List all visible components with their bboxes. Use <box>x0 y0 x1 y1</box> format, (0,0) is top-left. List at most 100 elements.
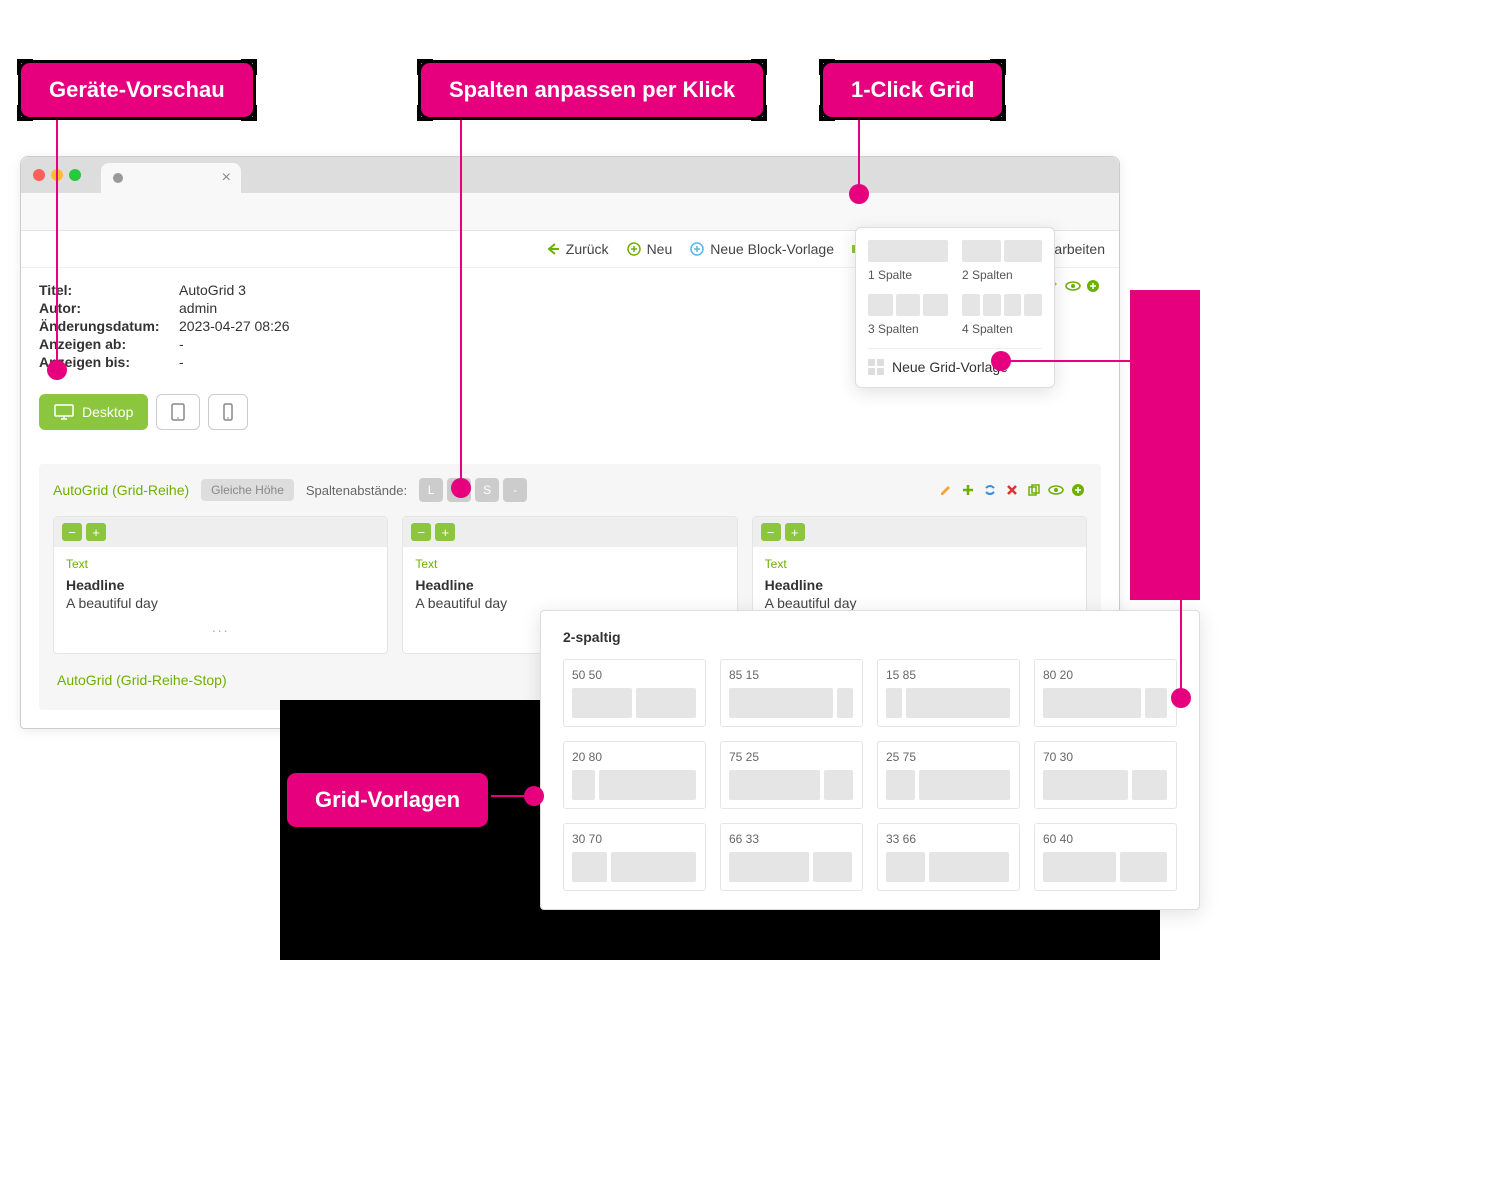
maximize-window-icon[interactable] <box>69 169 81 181</box>
popover-label: 1 Spalte <box>868 268 948 282</box>
new-grid-popover: 1 Spalte 2 Spalten 3 Spalten 4 Spalten N… <box>855 227 1055 388</box>
desktop-icon <box>54 404 74 420</box>
template-label: 15 85 <box>886 668 1011 682</box>
close-window-icon[interactable] <box>33 169 45 181</box>
browser-tabbar: × <box>21 157 1119 193</box>
back-button[interactable]: Zurück <box>546 241 609 257</box>
block-text: A beautiful day <box>765 595 1074 611</box>
templates-heading: 2-spaltig <box>563 629 1177 645</box>
grid-template-item[interactable]: 15 85 <box>877 659 1020 727</box>
column-header: − + <box>54 517 387 547</box>
new-button[interactable]: Neu <box>627 241 673 257</box>
callout-device-preview: Geräte-Vorschau <box>18 60 256 120</box>
shrink-column-button[interactable]: − <box>761 523 781 541</box>
grid-template-item[interactable]: 70 30 <box>1034 741 1177 809</box>
template-preview <box>886 688 1011 718</box>
new-block-template-button[interactable]: Neue Block-Vorlage <box>690 241 834 257</box>
template-preview <box>1043 852 1168 882</box>
template-preview <box>572 688 697 718</box>
grow-column-button[interactable]: + <box>785 523 805 541</box>
add-circle-icon[interactable] <box>1069 481 1087 499</box>
template-preview <box>572 770 697 800</box>
mobile-preview-button[interactable] <box>208 394 248 430</box>
grid-row-header: AutoGrid (Grid-Reihe) Gleiche Höhe Spalt… <box>53 478 1087 502</box>
toolbar-label: Neue Block-Vorlage <box>710 241 834 257</box>
popover-label: 4 Spalten <box>962 322 1042 336</box>
arrow-left-icon <box>546 242 560 256</box>
meta-show-from-value: - <box>179 336 184 352</box>
block-text: A beautiful day <box>415 595 724 611</box>
meta-modified-value: 2023-04-27 08:26 <box>179 318 290 334</box>
callout-label: Grid-Vorlagen <box>315 787 460 812</box>
pencil-icon[interactable] <box>937 481 955 499</box>
template-label: 33 66 <box>886 832 1011 846</box>
address-bar[interactable] <box>21 193 1119 231</box>
template-label: 25 75 <box>886 750 1011 764</box>
block-type-label: Text <box>765 557 1074 571</box>
spacing-label: Spaltenabstände: <box>306 483 407 498</box>
meta-modified-label: Änderungsdatum: <box>39 318 179 334</box>
spacing-s-button[interactable]: S <box>475 478 499 502</box>
column-header: − + <box>403 517 736 547</box>
callout-columns-adjust: Spalten anpassen per Klick <box>418 60 766 120</box>
grid-option-4col[interactable]: 4 Spalten <box>962 294 1042 336</box>
grid-template-item[interactable]: 75 25 <box>720 741 863 809</box>
grid-template-item[interactable]: 30 70 <box>563 823 706 891</box>
grow-column-button[interactable]: + <box>86 523 106 541</box>
grid-template-item[interactable]: 66 33 <box>720 823 863 891</box>
desktop-preview-button[interactable]: Desktop <box>39 394 148 430</box>
meta-title-value: AutoGrid 3 <box>179 282 246 298</box>
block-headline: Headline <box>415 577 724 593</box>
template-label: 85 15 <box>729 668 854 682</box>
plus-icon[interactable] <box>959 481 977 499</box>
device-label: Desktop <box>82 404 133 420</box>
grid-template-item[interactable]: 60 40 <box>1034 823 1177 891</box>
favicon-placeholder-icon <box>113 173 123 183</box>
meta-author-value: admin <box>179 300 217 316</box>
meta-show-from-label: Anzeigen ab: <box>39 336 179 352</box>
template-preview <box>729 688 854 718</box>
grid-option-1col[interactable]: 1 Spalte <box>868 240 948 282</box>
block-text: A beautiful day <box>66 595 375 611</box>
grid-template-item[interactable]: 25 75 <box>877 741 1020 809</box>
eye-icon[interactable] <box>1047 481 1065 499</box>
grid-template-item[interactable]: 50 50 <box>563 659 706 727</box>
grid-row-title: AutoGrid (Grid-Reihe) <box>53 482 189 498</box>
toolbar-label: Zurück <box>566 241 609 257</box>
device-preview-toggle: Desktop <box>21 386 1119 446</box>
block-headline: Headline <box>66 577 375 593</box>
browser-tab[interactable]: × <box>101 163 241 193</box>
plus-icon[interactable] <box>1085 278 1101 294</box>
grid-template-item[interactable]: 20 80 <box>563 741 706 809</box>
swap-icon[interactable] <box>981 481 999 499</box>
copy-icon[interactable] <box>1025 481 1043 499</box>
spacing-none-button[interactable]: - <box>503 478 527 502</box>
toolbar-label: Neu <box>647 241 673 257</box>
grid-template-icon <box>868 359 884 375</box>
grid-templates-panel: 2-spaltig 50 50 85 15 15 85 80 20 20 8075 25… <box>540 610 1200 910</box>
grid-row-actions <box>937 481 1087 499</box>
equal-height-toggle[interactable]: Gleiche Höhe <box>201 479 294 501</box>
grid-option-3col[interactable]: 3 Spalten <box>868 294 948 336</box>
grid-option-2col[interactable]: 2 Spalten <box>962 240 1042 282</box>
grid-template-item[interactable]: 33 66 <box>877 823 1020 891</box>
shrink-column-button[interactable]: − <box>411 523 431 541</box>
delete-icon[interactable] <box>1003 481 1021 499</box>
popover-label: 2 Spalten <box>962 268 1042 282</box>
grow-column-button[interactable]: + <box>435 523 455 541</box>
meta-show-until-value: - <box>179 354 184 370</box>
grid-template-item[interactable]: 80 20 <box>1034 659 1177 727</box>
grid-template-item[interactable]: 85 15 <box>720 659 863 727</box>
template-preview <box>572 852 697 882</box>
template-label: 66 33 <box>729 832 854 846</box>
shrink-column-button[interactable]: − <box>62 523 82 541</box>
callout-grid-templates: Grid-Vorlagen <box>284 770 491 830</box>
spacing-l-button[interactable]: L <box>419 478 443 502</box>
column-header: − + <box>753 517 1086 547</box>
eye-icon[interactable] <box>1065 278 1081 294</box>
ellipsis-icon[interactable]: ... <box>66 619 375 635</box>
block-headline: Headline <box>765 577 1074 593</box>
template-label: 60 40 <box>1043 832 1168 846</box>
close-tab-icon[interactable]: × <box>222 169 231 187</box>
tablet-preview-button[interactable] <box>156 394 200 430</box>
